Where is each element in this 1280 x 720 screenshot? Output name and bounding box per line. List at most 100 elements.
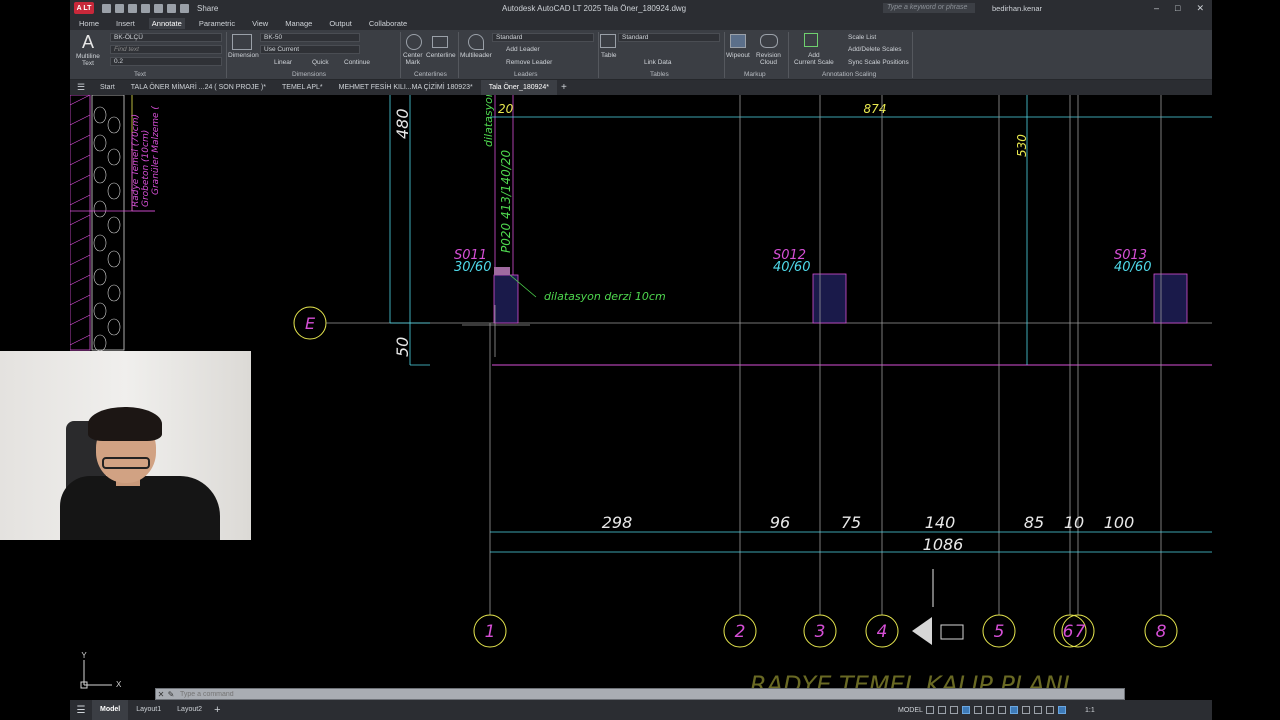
command-input[interactable] (176, 690, 776, 698)
text-height-select[interactable]: 0.2 (110, 57, 222, 66)
plot-icon[interactable] (154, 3, 163, 13)
search-input[interactable]: Type a keyword or phrase (883, 3, 975, 13)
scale-list-button[interactable]: Scale List (848, 34, 876, 41)
add-leader-button[interactable]: Add Leader (506, 46, 540, 53)
add-current-scale-button[interactable]: Add Current Scale (794, 52, 834, 66)
multiline-text-button[interactable]: Multiline Text (76, 53, 100, 67)
tab-parametric[interactable]: Parametric (196, 18, 238, 29)
layout-menu-icon[interactable]: ☰ (70, 705, 92, 716)
close-icon[interactable]: ✕ (1196, 3, 1204, 14)
add-scale-icon[interactable] (804, 33, 818, 47)
file-tab[interactable]: MEHMET FESİH KILI...MA ÇİZİMİ 180923* (331, 80, 481, 95)
open-icon[interactable] (115, 3, 124, 13)
snap-icon[interactable] (938, 706, 946, 714)
panel-annotation-scaling-title[interactable]: Annotation Scaling (822, 71, 876, 78)
selection-cycling-icon[interactable] (1046, 706, 1054, 714)
panel-markup-title[interactable]: Markup (744, 71, 766, 78)
wipeout-icon[interactable] (730, 34, 746, 48)
centerline-icon[interactable] (432, 36, 448, 48)
text-style-select[interactable]: BK-ÖLÇÜ (110, 33, 222, 42)
add-delete-scales-button[interactable]: Add/Delete Scales (848, 46, 901, 53)
dimension-button[interactable]: Dimension (228, 52, 259, 59)
layout-tab-layout2[interactable]: Layout2 (169, 700, 210, 720)
tab-home[interactable]: Home (76, 18, 102, 29)
file-tab[interactable]: TEMEL APL* (274, 80, 331, 95)
annotation-visibility-icon[interactable] (1058, 706, 1066, 714)
column-s011[interactable] (493, 274, 519, 324)
link-data-button[interactable]: Link Data (644, 59, 671, 66)
leader-style-select[interactable]: Standard (492, 33, 594, 42)
osnap-icon[interactable] (998, 706, 1006, 714)
isodraft-icon[interactable] (986, 706, 994, 714)
command-close-icon[interactable]: ✕ (156, 690, 166, 699)
panel-leaders-title[interactable]: Leaders (514, 71, 538, 78)
undo-icon[interactable] (167, 3, 176, 13)
save-as-icon[interactable] (141, 3, 150, 13)
center-mark-button[interactable]: Center Mark (403, 52, 423, 66)
dim-50: 50 (393, 337, 412, 357)
dim-style-select[interactable]: BK-50 (260, 33, 360, 42)
new-icon[interactable] (102, 3, 111, 13)
lineweight-icon[interactable] (1022, 706, 1030, 714)
user-account[interactable]: bedirhan.kenar (992, 4, 1042, 13)
add-layout-plus-icon[interactable]: + (210, 704, 220, 716)
hamburger-menu-icon[interactable]: ☰ (70, 82, 92, 93)
otrack-icon[interactable] (1010, 706, 1018, 714)
dim-layer-select[interactable]: Use Current (260, 45, 360, 54)
layout-tab-layout1[interactable]: Layout1 (128, 700, 169, 720)
continue-button[interactable]: Continue (344, 59, 370, 66)
table-style-select[interactable]: Standard (618, 33, 720, 42)
app-logo[interactable]: A LT (74, 2, 94, 14)
tab-manage[interactable]: Manage (282, 18, 315, 29)
multiline-text-icon[interactable]: A (82, 32, 94, 53)
window-title: Autodesk AutoCAD LT 2025 Tala Öner_18092… (502, 3, 687, 13)
panel-tables-title[interactable]: Tables (650, 71, 669, 78)
save-icon[interactable] (128, 3, 137, 13)
remove-leader-button[interactable]: Remove Leader (506, 59, 552, 66)
new-tab-plus-icon[interactable]: + (557, 82, 567, 93)
maximize-icon[interactable]: □ (1175, 3, 1180, 14)
command-settings-icon[interactable]: ✎ (166, 690, 176, 699)
multileader-button[interactable]: Multileader (460, 52, 492, 59)
panel-text-title[interactable]: Text (134, 71, 146, 78)
tab-output[interactable]: Output (326, 18, 355, 29)
revision-cloud-button[interactable]: Revision Cloud (756, 52, 781, 66)
model-space-toggle[interactable]: MODEL (898, 707, 923, 714)
dim-874: 874 (864, 102, 887, 116)
dimension-icon[interactable] (232, 34, 252, 50)
tab-insert[interactable]: Insert (113, 18, 138, 29)
layout-tab-model[interactable]: Model (92, 700, 129, 720)
minimize-icon[interactable]: – (1154, 3, 1159, 14)
file-tab[interactable]: TALA ÖNER MİMARİ ...24 ( SON PROJE )* (123, 80, 274, 95)
tab-collaborate[interactable]: Collaborate (366, 18, 410, 29)
panel-dimensions-title[interactable]: Dimensions (292, 71, 326, 78)
quick-button[interactable]: Quick (312, 59, 329, 66)
multileader-icon[interactable] (468, 34, 484, 50)
ortho-icon[interactable] (962, 706, 970, 714)
tab-view[interactable]: View (249, 18, 271, 29)
linear-button[interactable]: Linear (274, 59, 292, 66)
cursor-arrow-icon (912, 617, 932, 645)
wipeout-button[interactable]: Wipeout (726, 52, 750, 59)
annotation-scale[interactable]: 1:1 (1085, 707, 1095, 714)
revision-cloud-icon[interactable] (760, 34, 778, 48)
panel-centerlines-title[interactable]: Centerlines (414, 71, 447, 78)
file-tab-active[interactable]: Tala Öner_180924* (480, 80, 558, 95)
transparency-icon[interactable] (1034, 706, 1042, 714)
share-button[interactable]: Share (197, 4, 218, 13)
tab-annotate[interactable]: Annotate (148, 17, 185, 29)
ribbon-divider (724, 32, 725, 78)
sync-scale-positions-button[interactable]: Sync Scale Positions (848, 59, 909, 66)
centerline-button[interactable]: Centerline (426, 52, 456, 59)
file-tab-start[interactable]: Start (92, 80, 123, 95)
center-mark-icon[interactable] (406, 34, 422, 50)
column-s013[interactable] (1153, 273, 1188, 324)
grid-icon[interactable] (926, 706, 934, 714)
infer-icon[interactable] (950, 706, 958, 714)
table-icon[interactable] (600, 34, 616, 48)
column-s012[interactable] (812, 273, 847, 324)
redo-icon[interactable] (180, 3, 189, 13)
table-button[interactable]: Table (601, 52, 617, 59)
find-text-input[interactable]: Find text (110, 45, 222, 54)
polar-icon[interactable] (974, 706, 982, 714)
